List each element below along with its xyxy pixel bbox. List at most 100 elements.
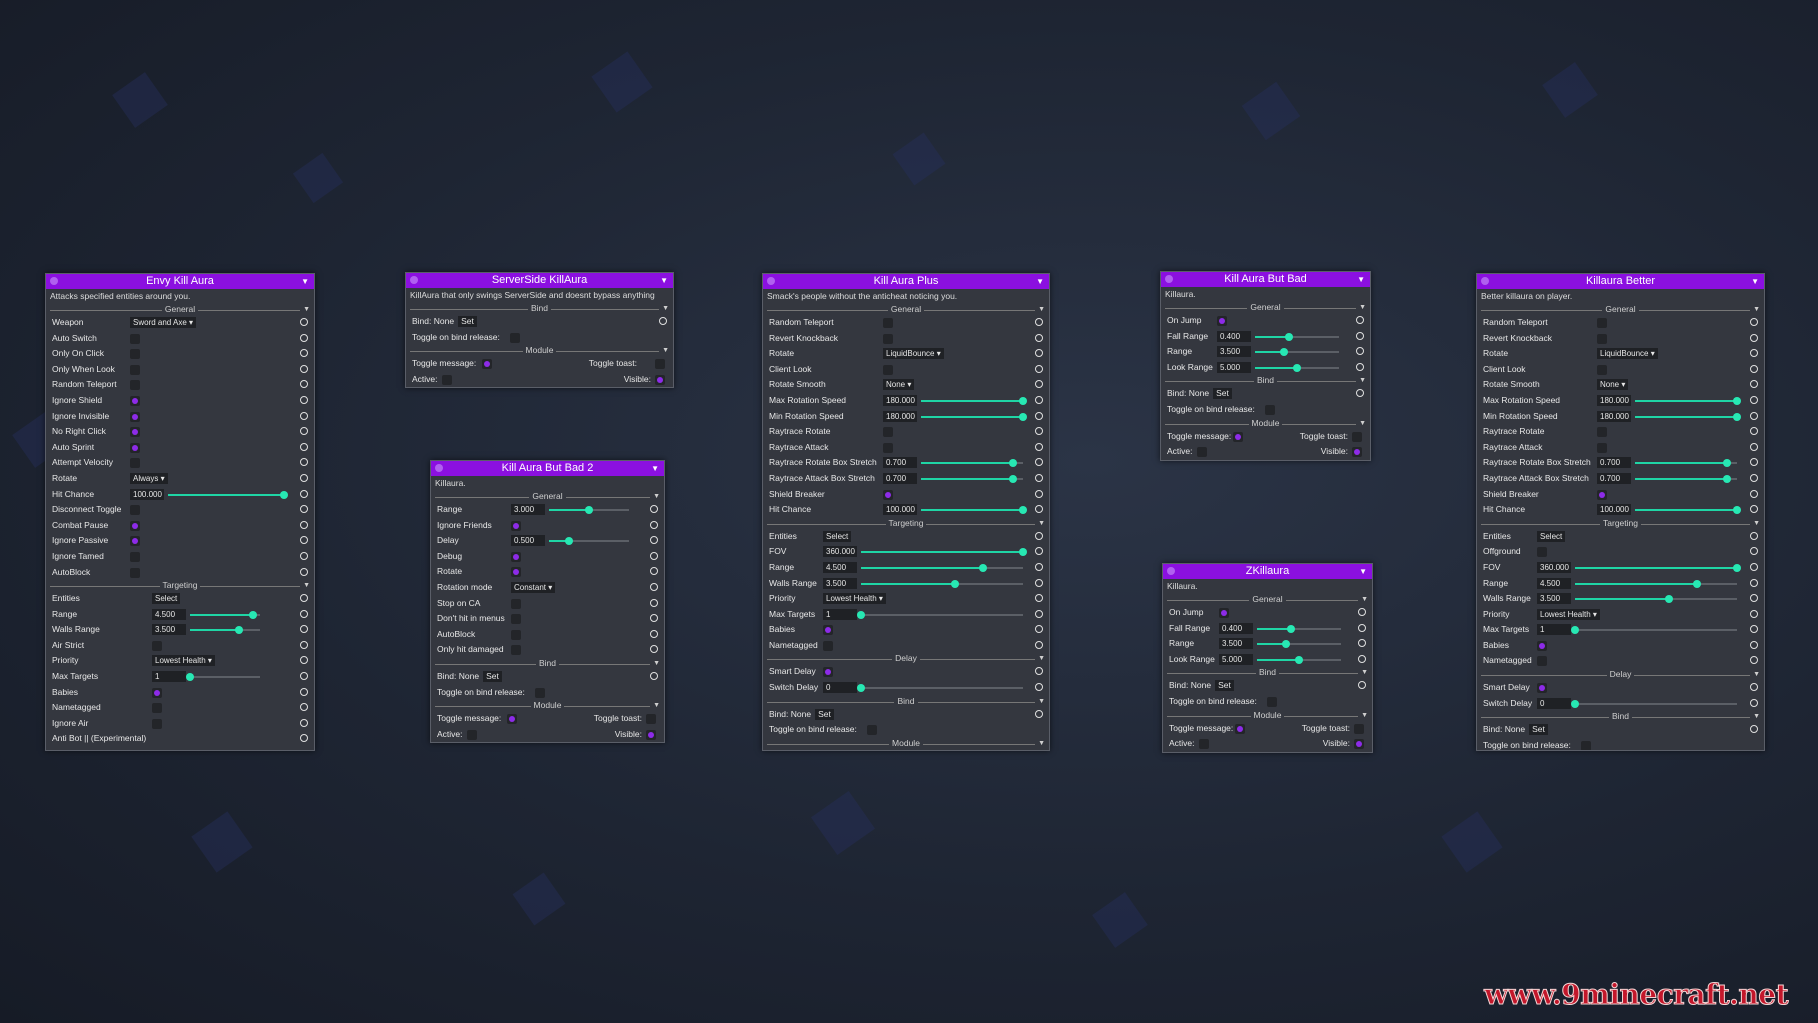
section-module[interactable]: Module ▼ (406, 345, 673, 356)
min-rotation-speed-slider[interactable] (1635, 412, 1741, 421)
max-targets-value[interactable]: 1 (152, 671, 186, 683)
reset-icon[interactable] (1750, 640, 1758, 649)
reset-icon[interactable] (1750, 562, 1758, 571)
walls-range-value[interactable]: 3.500 (152, 624, 186, 636)
shield-breaker-checkbox[interactable] (1597, 489, 1607, 500)
reset-icon[interactable] (1750, 458, 1758, 467)
range-slider[interactable] (549, 506, 629, 514)
ignore-friends-checkbox[interactable] (511, 520, 521, 531)
reset-icon[interactable] (1750, 395, 1758, 404)
ignore-tamed-checkbox[interactable] (130, 551, 140, 562)
switch-delay-slider[interactable] (857, 684, 1023, 693)
section-bind[interactable]: Bind ▼ (406, 303, 673, 314)
slider-knob[interactable] (857, 684, 865, 693)
range-value[interactable]: 4.500 (152, 608, 186, 620)
reset-icon[interactable] (1358, 623, 1366, 632)
reset-icon[interactable] (1750, 578, 1758, 587)
slider-knob[interactable] (857, 610, 865, 619)
only-when-look-checkbox[interactable] (130, 364, 140, 375)
reset-icon[interactable] (659, 317, 667, 325)
bind-set-button[interactable]: Set (815, 708, 834, 720)
random-teleport-checkbox[interactable] (883, 318, 893, 328)
delay-slider[interactable] (549, 537, 629, 546)
section-module[interactable]: Module ▼ (431, 700, 664, 711)
reset-icon[interactable] (1750, 683, 1758, 692)
section-bind[interactable]: Bind ▼ (763, 695, 1049, 707)
slider-knob[interactable] (186, 673, 194, 682)
range-slider[interactable] (861, 563, 1023, 572)
toggle-bind-release-checkbox[interactable] (510, 332, 520, 343)
reset-icon[interactable] (650, 598, 658, 607)
reset-icon[interactable] (300, 609, 308, 618)
slider-knob[interactable] (978, 563, 987, 572)
reset-icon[interactable] (1750, 427, 1758, 436)
ignore-air-checkbox[interactable] (152, 718, 162, 729)
stop-on-ca-checkbox[interactable] (511, 598, 521, 609)
slider-knob[interactable] (235, 626, 243, 635)
toggle-toast-checkbox[interactable] (646, 714, 656, 725)
fall-range-slider[interactable] (1257, 624, 1341, 633)
reset-icon[interactable] (1750, 609, 1758, 618)
section-bind[interactable]: Bind ▼ (1477, 711, 1764, 722)
walls-range-slider[interactable] (1575, 595, 1737, 604)
rotate-checkbox[interactable] (511, 567, 521, 578)
hit-chance-value[interactable]: 100.000 (1597, 504, 1631, 516)
slider-knob[interactable] (1571, 626, 1579, 635)
reset-icon[interactable] (1035, 380, 1043, 389)
reset-icon[interactable] (300, 718, 308, 727)
switch-delay-slider[interactable] (1571, 699, 1737, 708)
reset-icon[interactable] (1750, 380, 1758, 389)
rotate-smooth-dropdown[interactable]: None (1597, 379, 1629, 391)
reset-icon[interactable] (1035, 578, 1043, 587)
section-targeting[interactable]: Targeting ▼ (46, 580, 314, 591)
section-general[interactable]: General ▼ (1163, 594, 1372, 605)
no-right-click-checkbox[interactable] (130, 427, 140, 438)
range-slider[interactable] (1575, 579, 1737, 588)
reset-icon[interactable] (1035, 333, 1043, 342)
panel-title-bar[interactable]: ServerSide KillAura ▼ (406, 273, 673, 288)
section-module[interactable]: Module ▼ (1161, 417, 1370, 429)
reset-icon[interactable] (1035, 349, 1043, 358)
combat-pause-checkbox[interactable] (130, 520, 140, 531)
reset-icon[interactable] (1035, 562, 1043, 571)
fov-slider[interactable] (861, 548, 1027, 557)
slider-knob[interactable] (565, 537, 573, 546)
raytrace-rotate-box-slider[interactable] (921, 459, 1023, 468)
fall-range-value[interactable]: 0.400 (1219, 622, 1253, 634)
on-jump-checkbox[interactable] (1219, 608, 1229, 618)
active-checkbox[interactable] (442, 374, 452, 385)
raytrace-attack-box-slider[interactable] (921, 474, 1023, 483)
reset-icon[interactable] (300, 473, 308, 482)
section-delay[interactable]: Delay ▼ (1477, 669, 1764, 680)
reset-icon[interactable] (300, 672, 308, 681)
reset-icon[interactable] (300, 687, 308, 696)
collapse-icon[interactable]: ▼ (1359, 564, 1367, 579)
nametagged-checkbox[interactable] (152, 703, 162, 714)
slider-knob[interactable] (1019, 548, 1027, 557)
slider-knob[interactable] (1019, 412, 1027, 421)
reset-icon[interactable] (300, 594, 308, 603)
toggle-toast-checkbox[interactable] (1352, 431, 1362, 442)
hit-chance-slider[interactable] (921, 506, 1027, 515)
raytrace-rotate-box-slider[interactable] (1635, 459, 1737, 468)
reset-icon[interactable] (1356, 347, 1364, 356)
reset-icon[interactable] (650, 629, 658, 638)
reset-icon[interactable] (1035, 473, 1043, 482)
attempt-velocity-checkbox[interactable] (130, 458, 140, 469)
reset-icon[interactable] (650, 551, 658, 560)
section-delay[interactable]: Delay ▼ (763, 653, 1049, 664)
reset-icon[interactable] (1035, 640, 1043, 649)
random-teleport-checkbox[interactable] (1597, 318, 1607, 328)
reset-icon[interactable] (1035, 683, 1043, 692)
reset-icon[interactable] (1750, 594, 1758, 603)
toggle-bind-release-checkbox[interactable] (1267, 696, 1277, 707)
max-rotation-speed-slider[interactable] (1635, 396, 1741, 405)
visible-checkbox[interactable] (655, 374, 665, 385)
slider-knob[interactable] (1293, 363, 1301, 372)
ignore-invisible-checkbox[interactable] (130, 411, 140, 422)
reset-icon[interactable] (300, 625, 308, 634)
reset-icon[interactable] (300, 333, 308, 342)
priority-dropdown[interactable]: Lowest Health (1537, 608, 1600, 620)
smart-delay-checkbox[interactable] (1537, 683, 1547, 694)
collapse-icon[interactable]: ▼ (1357, 272, 1365, 287)
